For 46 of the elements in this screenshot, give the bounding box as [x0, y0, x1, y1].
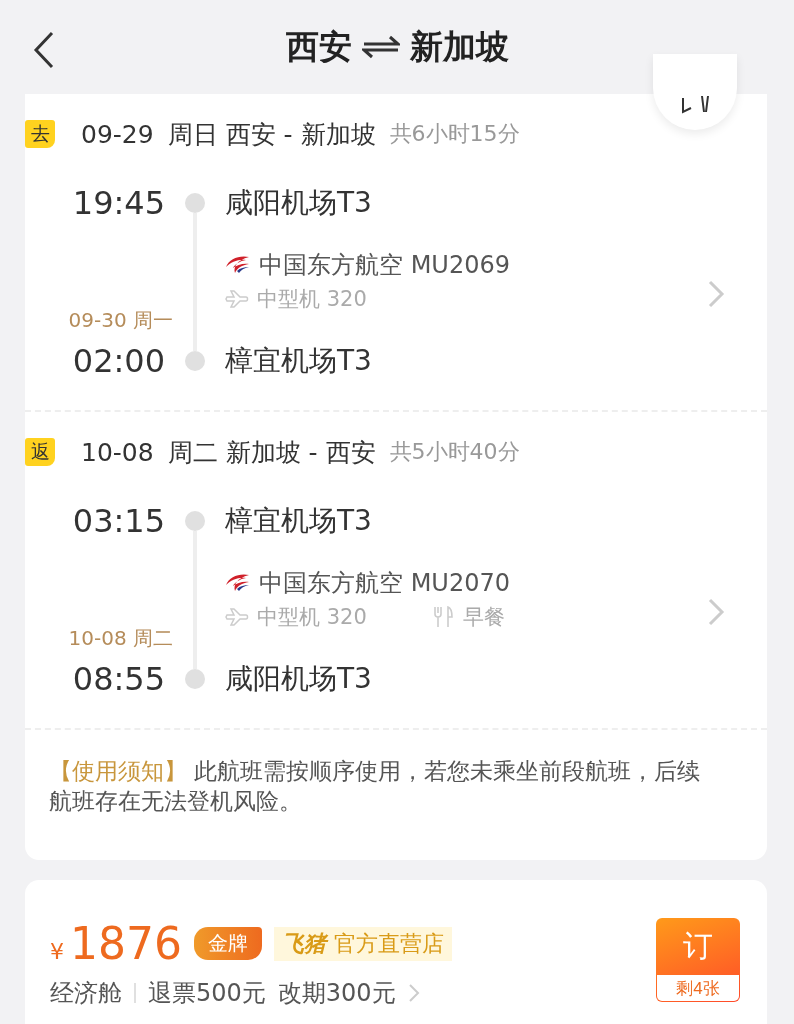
refund-fee: 退票500元 [148, 978, 266, 1009]
leg-date: 09-29 [81, 119, 154, 149]
airline-logo-icon [225, 573, 251, 593]
leg-route: 周二 新加坡 - 西安 [167, 436, 376, 469]
leg-tag: 去 [25, 120, 55, 148]
flight-airline: 中国东方航空 MU2069 [259, 250, 510, 281]
leg-tag: 返 [25, 438, 55, 466]
chevron-right-icon [707, 279, 725, 309]
arrival-date: 09-30 周一 [68, 307, 173, 334]
aircraft-type: 中型机 320 [257, 604, 367, 631]
arrival-airport: 樟宜机场T3 [225, 343, 373, 379]
plane-icon [225, 289, 249, 309]
leg-date: 10-08 [81, 437, 154, 467]
departure-airport: 樟宜机场T3 [225, 503, 373, 539]
aircraft-type: 中型机 320 [257, 286, 367, 313]
leg-route: 周日 西安 - 新加坡 [167, 118, 376, 151]
timeline-dot [185, 669, 205, 689]
departure-time: 19:45 [71, 183, 165, 224]
leg-duration: 共6小时15分 [389, 120, 520, 148]
arrival-time: 08:55 [71, 659, 165, 700]
departure-time: 03:15 [71, 501, 165, 542]
store-badge: 飞猪 官方直营店 [274, 926, 452, 961]
price: ¥1876 [50, 918, 182, 969]
destination-city: 新加坡 [409, 25, 509, 68]
flight-airline: 中国东方航空 MU2070 [259, 568, 510, 599]
arrival-airport: 咸阳机场T3 [225, 661, 373, 697]
usage-notice: 【使用须知】 此航班需按顺序使用，若您未乘坐前段航班，后续航班存在无法登机风险。 [48, 757, 702, 816]
arrival-time: 02:00 [71, 341, 165, 382]
swap-arrows-icon [361, 35, 400, 59]
plane-icon [225, 607, 249, 627]
change-fee: 改期300元 [277, 978, 396, 1009]
member-tier-badge: 金牌 [194, 927, 262, 960]
arrival-date: 10-08 周二 [68, 625, 173, 652]
book-button[interactable]: 订 剩4张 [656, 918, 740, 1002]
departure-airport: 咸阳机场T3 [225, 185, 373, 221]
cabin-class: 经济舱 [50, 978, 122, 1009]
chevron-right-icon [707, 597, 725, 627]
meal-info: 早餐 [462, 604, 505, 631]
chevron-right-icon [407, 983, 420, 1003]
timeline-dot [185, 193, 205, 213]
leg-duration: 共5小时40分 [389, 438, 520, 466]
origin-city: 西安 [285, 25, 352, 68]
airline-logo-icon [225, 255, 251, 275]
line-glyph-icon [680, 94, 710, 114]
timeline-dot [185, 511, 205, 531]
timeline-dot [185, 351, 205, 371]
